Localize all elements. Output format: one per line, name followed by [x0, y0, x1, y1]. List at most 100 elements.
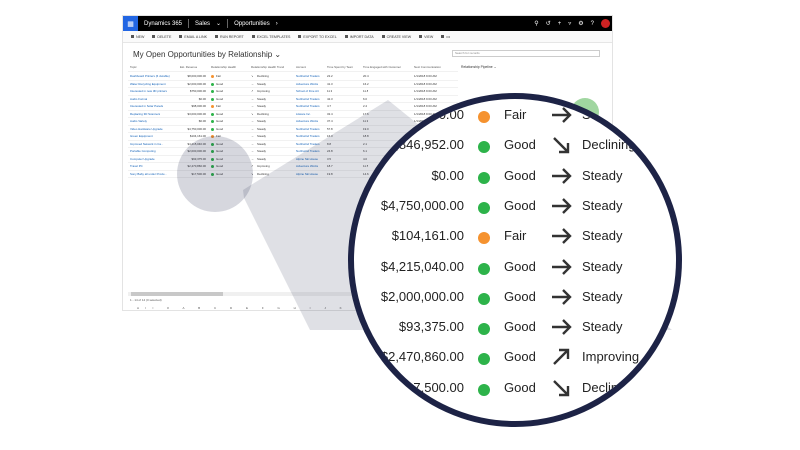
magnified-row: $4,750,000.00 Good Steady — [354, 192, 676, 222]
import-icon — [344, 35, 348, 38]
cell-account[interactable]: Adventure Works — [296, 163, 318, 170]
magnified-trend: Steady — [582, 258, 623, 274]
trash-icon — [152, 35, 156, 38]
app-launcher-icon[interactable]: ▦ — [123, 16, 138, 31]
cell-account[interactable]: Litware Inc. — [296, 111, 311, 118]
command-button[interactable]: RUN REPORT — [215, 35, 244, 39]
column-header[interactable]: Time Spent by Team — [327, 64, 353, 71]
cell-time-spent: 24.8 — [327, 149, 333, 153]
magnified-health: Fair — [504, 228, 527, 244]
area-name[interactable]: Sales — [195, 21, 210, 27]
command-bar: NEW DELETE EMAIL A LINK RUN REPORT EXCEL TEM… — [123, 31, 612, 43]
cell-account[interactable]: Northwind Traders — [296, 103, 320, 110]
cell-topic[interactable]: Interested in new 3D printers — [130, 88, 167, 95]
table-row[interactable]: Dashboard Printers (6 durable) $8,000,000… — [128, 73, 458, 81]
cell-topic[interactable]: Portable Computing — [130, 148, 156, 155]
command-button[interactable]: ••• — [441, 35, 450, 39]
cell-topic[interactable]: Replacing 3D Scanners — [130, 111, 160, 118]
cell-health: Good — [216, 171, 224, 176]
command-button[interactable]: IMPORT DATA — [344, 35, 374, 39]
magnified-amount: $4,750,000.00 — [380, 197, 464, 213]
arrow-right-icon: → — [251, 149, 254, 153]
arrow-down-right-icon: ↘ — [251, 111, 254, 116]
table-row[interactable]: Water Recycling Equipment $2,000,000.00 Go… — [128, 81, 458, 88]
table-row[interactable]: Interested in new 3D printers $750,000.00… — [128, 88, 458, 96]
arrow-right-icon: → — [251, 156, 254, 161]
column-header[interactable]: Account — [296, 64, 306, 71]
magnified-health: Good — [504, 167, 536, 183]
column-header[interactable]: Time Engaged with Customer — [363, 64, 401, 71]
health-dot-icon — [211, 142, 214, 146]
app-name[interactable]: Dynamics 365 — [144, 21, 182, 27]
command-button[interactable]: DELETE — [152, 35, 171, 39]
gear-icon[interactable]: ⚙ — [578, 20, 583, 27]
arrow-right-icon — [552, 167, 572, 184]
command-button[interactable]: CREATE VIEW — [381, 34, 412, 39]
cell-topic[interactable]: Computer Upgrade — [130, 156, 155, 163]
chart-title[interactable]: Relationship Pipeline — [461, 65, 493, 69]
cell-topic[interactable]: Green Equipment — [130, 133, 153, 140]
arrow-right-icon: → — [251, 96, 254, 101]
cell-health: Good — [216, 164, 224, 168]
cell-account[interactable]: Northwind Traders — [296, 126, 320, 133]
health-dot-icon — [211, 90, 214, 93]
arrow-down-right-icon: ↘ — [251, 74, 254, 78]
scrollbar-thumb[interactable] — [131, 292, 223, 296]
arrow-up-right-icon: ↗ — [251, 164, 254, 168]
health-dot-icon — [211, 157, 214, 161]
command-label: CREATE VIEW — [386, 34, 412, 39]
cell-account[interactable]: Alpine Ski House — [296, 171, 318, 178]
cell-time-spent: 41.3 — [327, 81, 333, 86]
health-dot-icon — [211, 135, 214, 138]
cell-account[interactable]: Adventure Works — [296, 81, 318, 88]
help-icon[interactable]: ? — [591, 21, 594, 27]
cell-topic[interactable]: Sony Baby all under Produ... — [130, 171, 167, 178]
command-label: ••• — [446, 34, 451, 39]
cell-account[interactable]: Adventure Works — [296, 118, 318, 125]
cell-topic[interactable]: Audio Variety — [130, 118, 147, 125]
command-button[interactable]: EXCEL TEMPLATES — [251, 35, 290, 39]
command-button[interactable]: VIEW — [419, 35, 433, 39]
column-header[interactable]: Relationship Health Trend — [251, 64, 284, 71]
history-icon[interactable]: ↺ — [546, 20, 551, 27]
cell-topic[interactable]: Travel PC — [130, 163, 143, 170]
cell-topic[interactable]: Video Hardware Upgrade — [130, 126, 163, 133]
chevron-right-icon[interactable]: › — [276, 21, 278, 27]
cell-topic[interactable]: Audio Format — [130, 96, 147, 103]
cell-account[interactable]: School of Fine Art — [296, 88, 319, 95]
column-header[interactable]: Topic — [130, 64, 137, 71]
cell-account[interactable]: Northwind Traders — [296, 141, 320, 148]
command-button[interactable]: EXPORT TO EXCEL — [298, 35, 337, 39]
cell-topic[interactable]: Improved Network in Ca... — [130, 141, 163, 148]
arrow-right-icon: → — [251, 81, 254, 86]
command-button[interactable]: NEW — [131, 35, 144, 39]
health-dot-icon — [478, 262, 490, 275]
magnified-row: $17,500.00 Good Declining — [354, 374, 676, 404]
report-icon — [215, 35, 219, 38]
command-button[interactable]: EMAIL A LINK — [179, 35, 207, 39]
search-icon[interactable]: ⚲ — [534, 20, 538, 27]
cell-topic[interactable]: Interested in Solar Panels — [130, 103, 163, 110]
cell-time-spent: 8.8 — [327, 141, 332, 146]
chevron-down-icon[interactable]: ⌄ — [216, 20, 221, 27]
cell-trend: Steady — [257, 81, 266, 86]
column-header[interactable]: Est. Revenue — [180, 64, 197, 71]
column-header[interactable]: Relationship Health — [211, 64, 236, 71]
page-name[interactable]: Opportunities — [234, 21, 270, 27]
avatar[interactable] — [601, 19, 610, 28]
search-input[interactable]: Search for records — [452, 50, 600, 57]
cell-account[interactable]: Northwind Traders — [296, 73, 320, 80]
cell-account[interactable]: Alpine Ski House — [296, 156, 318, 163]
cell-account[interactable]: Northwind Traders — [296, 133, 320, 140]
filter-icon[interactable]: ▿ — [568, 20, 571, 27]
cell-topic[interactable]: Dashboard Printers (6 durable) — [130, 73, 170, 80]
cell-account[interactable]: Northwind Traders — [296, 148, 320, 155]
cell-topic[interactable]: Water Recycling Equipment — [130, 81, 166, 88]
column-header[interactable]: Next Communication — [414, 64, 441, 71]
cell-health: Fair — [216, 74, 221, 78]
view-selector[interactable]: My Open Opportunities by Relationship ⌄ — [133, 50, 281, 59]
plus-icon[interactable]: + — [558, 21, 562, 27]
plus-icon — [131, 35, 134, 38]
cell-account[interactable]: Northwind Traders — [296, 96, 320, 103]
divider — [227, 19, 229, 28]
